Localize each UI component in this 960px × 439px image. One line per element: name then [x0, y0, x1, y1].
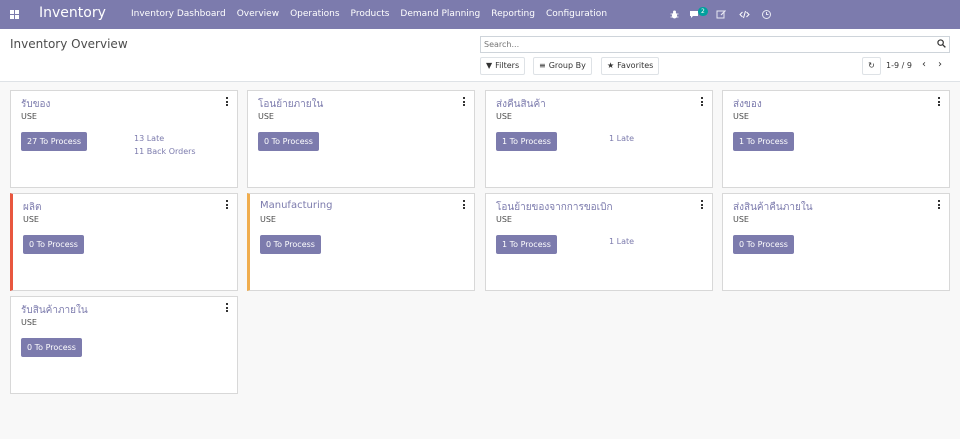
- to-process-button[interactable]: 27 To Process: [21, 132, 88, 151]
- card-company: USE: [258, 112, 274, 121]
- card-company: USE: [260, 215, 276, 224]
- late-link[interactable]: 1 Late: [609, 237, 634, 246]
- filters-button[interactable]: ▼ Filters: [480, 57, 526, 75]
- to-process-button[interactable]: 1 To Process: [496, 235, 557, 254]
- menu-products[interactable]: Products: [351, 9, 390, 19]
- menu-operations[interactable]: Operations: [290, 9, 339, 19]
- control-panel: Inventory Overview ▼Filters ≡Group By ★F…: [0, 29, 960, 82]
- card-menu-icon[interactable]: [226, 303, 229, 312]
- to-process-button[interactable]: 1 To Process: [496, 132, 557, 151]
- card-company: USE: [496, 215, 512, 224]
- back-orders-link[interactable]: 11 Back Orders: [134, 147, 196, 156]
- pager-counter[interactable]: 1-9 / 9: [886, 61, 912, 70]
- top-navbar: Inventory Inventory Dashboard Overview O…: [0, 0, 960, 29]
- star-icon: ★: [607, 61, 615, 70]
- kanban-card-returns[interactable]: ส่งคืนสินค้า USE 1 To Process 1 Late: [485, 90, 713, 188]
- main-menu: Inventory Dashboard Overview Operations …: [131, 9, 618, 19]
- apps-menu-icon[interactable]: [10, 10, 19, 19]
- late-link[interactable]: 1 Late: [609, 134, 634, 143]
- menu-overview[interactable]: Overview: [237, 9, 279, 19]
- list-icon: ≡: [539, 61, 546, 70]
- card-title[interactable]: โอนย้ายภายใน: [258, 97, 323, 112]
- card-company: USE: [21, 318, 37, 327]
- search-icon[interactable]: [937, 39, 946, 48]
- clock-icon[interactable]: [761, 9, 772, 20]
- kanban-card-internal[interactable]: โอนย้ายภายใน USE 0 To Process: [247, 90, 475, 188]
- code-icon[interactable]: [739, 9, 750, 20]
- card-menu-icon[interactable]: [463, 97, 466, 106]
- menu-demand-planning[interactable]: Demand Planning: [400, 9, 480, 19]
- groupby-label: Group By: [548, 61, 586, 70]
- card-company: USE: [23, 215, 39, 224]
- kanban-card-internal-return[interactable]: ส่งสินค้าคืนภายใน USE 0 To Process: [722, 193, 950, 291]
- refresh-button[interactable]: ↻: [862, 57, 881, 75]
- card-company: USE: [733, 112, 749, 121]
- bug-icon[interactable]: [669, 9, 680, 20]
- app-brand[interactable]: Inventory: [39, 5, 106, 21]
- card-title[interactable]: โอนย้ายของจากการขอเบิก: [496, 200, 613, 215]
- to-process-button[interactable]: 0 To Process: [23, 235, 84, 254]
- filter-icon: ▼: [486, 61, 493, 70]
- late-link[interactable]: 13 Late: [134, 134, 164, 143]
- filters-label: Filters: [495, 61, 520, 70]
- card-title[interactable]: Manufacturing: [260, 200, 332, 211]
- search-input[interactable]: [481, 37, 921, 52]
- card-company: USE: [21, 112, 37, 121]
- kanban-card-delivery[interactable]: ส่งของ USE 1 To Process: [722, 90, 950, 188]
- to-process-button[interactable]: 1 To Process: [733, 132, 794, 151]
- card-menu-icon[interactable]: [701, 200, 704, 209]
- card-company: USE: [733, 215, 749, 224]
- kanban-card-manufacturing[interactable]: Manufacturing USE 0 To Process: [247, 193, 475, 291]
- menu-reporting[interactable]: Reporting: [491, 9, 535, 19]
- to-process-button[interactable]: 0 To Process: [258, 132, 319, 151]
- pager-next-icon[interactable]: ›: [934, 59, 946, 71]
- favorites-label: Favorites: [617, 61, 654, 70]
- pager-previous-icon[interactable]: ‹: [918, 59, 930, 71]
- kanban-card-requisition-transfer[interactable]: โอนย้ายของจากการขอเบิก USE 1 To Process …: [485, 193, 713, 291]
- card-menu-icon[interactable]: [226, 97, 229, 106]
- chat-badge: 2: [698, 7, 708, 16]
- kanban-card-production[interactable]: ผลิต USE 0 To Process: [10, 193, 238, 291]
- card-menu-icon[interactable]: [938, 97, 941, 106]
- search-bar: [480, 36, 950, 53]
- groupby-button[interactable]: ≡ Group By: [533, 57, 592, 75]
- card-menu-icon[interactable]: [226, 200, 229, 209]
- menu-inventory-dashboard[interactable]: Inventory Dashboard: [131, 9, 226, 19]
- card-title[interactable]: ผลิต: [23, 200, 41, 215]
- to-process-button[interactable]: 0 To Process: [733, 235, 794, 254]
- to-process-button[interactable]: 0 To Process: [21, 338, 82, 357]
- card-title[interactable]: ส่งของ: [733, 97, 762, 112]
- card-title[interactable]: รับของ: [21, 97, 50, 112]
- card-menu-icon[interactable]: [463, 200, 466, 209]
- to-process-button[interactable]: 0 To Process: [260, 235, 321, 254]
- refresh-icon: ↻: [868, 61, 875, 70]
- menu-configuration[interactable]: Configuration: [546, 9, 607, 19]
- card-title[interactable]: รับสินค้าภายใน: [21, 303, 88, 318]
- edit-icon[interactable]: [716, 9, 727, 20]
- card-menu-icon[interactable]: [701, 97, 704, 106]
- card-title[interactable]: ส่งคืนสินค้า: [496, 97, 546, 112]
- kanban-card-receipts[interactable]: รับของ USE 27 To Process 13 Late 11 Back…: [10, 90, 238, 188]
- kanban-card-internal-receipt[interactable]: รับสินค้าภายใน USE 0 To Process: [10, 296, 238, 394]
- page-title: Inventory Overview: [10, 37, 128, 51]
- card-title[interactable]: ส่งสินค้าคืนภายใน: [733, 200, 813, 215]
- favorites-button[interactable]: ★ Favorites: [601, 57, 660, 75]
- card-menu-icon[interactable]: [938, 200, 941, 209]
- card-company: USE: [496, 112, 512, 121]
